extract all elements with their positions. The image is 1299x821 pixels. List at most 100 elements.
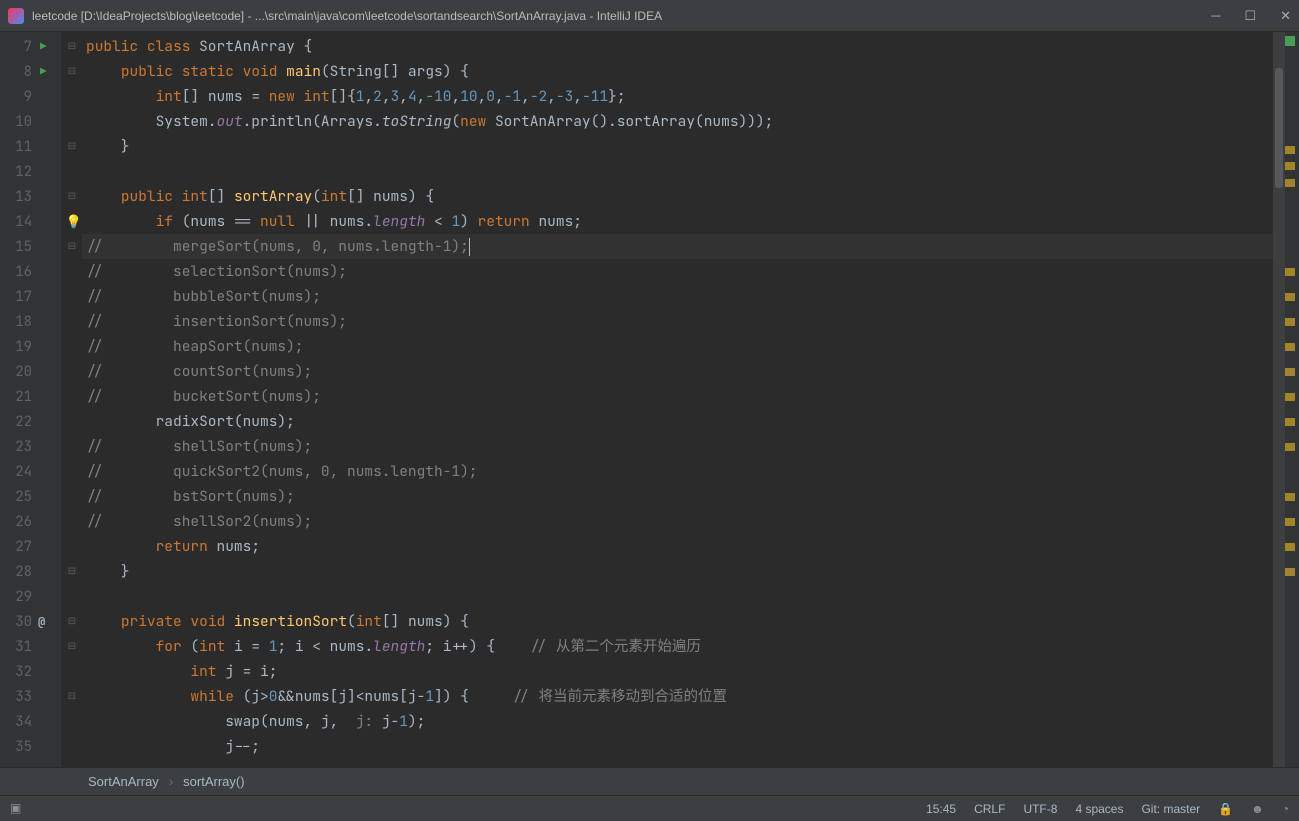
- fold-row[interactable]: [62, 359, 82, 384]
- indent-settings[interactable]: 4 spaces: [1075, 802, 1123, 816]
- gutter-line[interactable]: 32: [0, 659, 61, 684]
- gutter-line[interactable]: 8▶: [0, 59, 61, 84]
- fold-toggle-icon[interactable]: ⊟: [68, 241, 76, 252]
- marker-stripe[interactable]: [1285, 162, 1295, 170]
- gutter-line[interactable]: 15: [0, 234, 61, 259]
- fold-row[interactable]: [62, 434, 82, 459]
- marker-stripe[interactable]: [1285, 568, 1295, 576]
- tool-window-icon[interactable]: ▣: [10, 801, 30, 817]
- code-line[interactable]: // mergeSort(nums, 0, nums.length-1);: [82, 234, 1273, 259]
- fold-toggle-icon[interactable]: ⊟: [68, 566, 76, 577]
- code-line[interactable]: return nums;: [82, 534, 1273, 559]
- fold-toggle-icon[interactable]: ⊟: [68, 66, 76, 77]
- fold-row[interactable]: ⊟: [62, 559, 82, 584]
- fold-row[interactable]: [62, 84, 82, 109]
- run-icon[interactable]: ▶: [40, 65, 47, 79]
- gutter-line[interactable]: 22: [0, 409, 61, 434]
- fold-row[interactable]: [62, 659, 82, 684]
- marker-stripe[interactable]: [1285, 418, 1295, 426]
- marker-stripe[interactable]: [1285, 268, 1295, 276]
- gutter-line[interactable]: 14: [0, 209, 61, 234]
- code-line[interactable]: // selectionSort(nums);: [82, 259, 1273, 284]
- gutter-line[interactable]: 13: [0, 184, 61, 209]
- fold-row[interactable]: [62, 284, 82, 309]
- run-icon[interactable]: ▶: [40, 40, 47, 54]
- fold-column[interactable]: ⊟⊟⊟⊟💡⊟⊟⊟⊟⊟: [62, 32, 82, 767]
- code-line[interactable]: private void insertionSort(int[] nums) {: [82, 609, 1273, 634]
- code-line[interactable]: // bucketSort(nums);: [82, 384, 1273, 409]
- fold-row[interactable]: [62, 334, 82, 359]
- marker-strip[interactable]: [1285, 32, 1299, 767]
- gutter-line[interactable]: 9: [0, 84, 61, 109]
- fold-row[interactable]: [62, 409, 82, 434]
- fold-row[interactable]: ⊟: [62, 234, 82, 259]
- marker-stripe[interactable]: [1285, 146, 1295, 154]
- code-line[interactable]: j--;: [82, 734, 1273, 759]
- code-line[interactable]: swap(nums, j, j: j-1);: [82, 709, 1273, 734]
- marker-stripe[interactable]: [1285, 393, 1295, 401]
- gutter-line[interactable]: 21: [0, 384, 61, 409]
- code-line[interactable]: // countSort(nums);: [82, 359, 1273, 384]
- marker-stripe[interactable]: [1285, 443, 1295, 451]
- fold-row[interactable]: [62, 459, 82, 484]
- code-line[interactable]: // heapSort(nums);: [82, 334, 1273, 359]
- fold-toggle-icon[interactable]: ⊟: [68, 141, 76, 152]
- fold-row[interactable]: [62, 509, 82, 534]
- code-line[interactable]: // shellSor2(nums);: [82, 509, 1273, 534]
- code-line[interactable]: [82, 584, 1273, 609]
- fold-row[interactable]: ⊟: [62, 184, 82, 209]
- code-line[interactable]: System.out.println(Arrays.toString(new S…: [82, 109, 1273, 134]
- breadcrumb-method[interactable]: sortArray(): [183, 774, 244, 789]
- gutter[interactable]: 7▶8▶910111213141516171819202122232425262…: [0, 32, 62, 767]
- code-line[interactable]: // bstSort(nums);: [82, 484, 1273, 509]
- hector-icon[interactable]: ☻: [1251, 802, 1264, 816]
- marker-stripe[interactable]: [1285, 518, 1295, 526]
- code-line[interactable]: }: [82, 559, 1273, 584]
- fold-toggle-icon[interactable]: ⊟: [68, 641, 76, 652]
- gutter-line[interactable]: 34: [0, 709, 61, 734]
- fold-row[interactable]: [62, 734, 82, 759]
- close-button[interactable]: ✕: [1280, 8, 1291, 24]
- vertical-scrollbar[interactable]: [1273, 32, 1285, 767]
- minimize-button[interactable]: ─: [1211, 8, 1220, 24]
- gutter-line[interactable]: 25: [0, 484, 61, 509]
- fold-row[interactable]: ⊟: [62, 609, 82, 634]
- gutter-line[interactable]: 31: [0, 634, 61, 659]
- marker-stripe[interactable]: [1285, 493, 1295, 501]
- fold-row[interactable]: [62, 259, 82, 284]
- gutter-line[interactable]: 26: [0, 509, 61, 534]
- code-line[interactable]: public int[] sortArray(int[] nums) {: [82, 184, 1273, 209]
- marker-stripe[interactable]: [1285, 318, 1295, 326]
- fold-row[interactable]: [62, 109, 82, 134]
- fold-toggle-icon[interactable]: ⊟: [68, 691, 76, 702]
- fold-row[interactable]: [62, 384, 82, 409]
- code-line[interactable]: public class SortAnArray {: [82, 34, 1273, 59]
- file-encoding[interactable]: UTF-8: [1023, 802, 1057, 816]
- gutter-line[interactable]: 29: [0, 584, 61, 609]
- gutter-line[interactable]: 33: [0, 684, 61, 709]
- gutter-line[interactable]: 16: [0, 259, 61, 284]
- fold-row[interactable]: ⊟: [62, 134, 82, 159]
- code-line[interactable]: radixSort(nums);: [82, 409, 1273, 434]
- fold-row[interactable]: 💡: [62, 209, 82, 234]
- line-separator[interactable]: CRLF: [974, 802, 1005, 816]
- code-line[interactable]: int j = i;: [82, 659, 1273, 684]
- code-editor[interactable]: public class SortAnArray { public static…: [82, 32, 1273, 767]
- breadcrumb[interactable]: SortAnArray › sortArray(): [0, 767, 1299, 795]
- fold-row[interactable]: [62, 709, 82, 734]
- gutter-line[interactable]: 12: [0, 159, 61, 184]
- gutter-line[interactable]: 23: [0, 434, 61, 459]
- marker-stripe[interactable]: [1285, 368, 1295, 376]
- gutter-line[interactable]: 30@: [0, 609, 61, 634]
- gutter-line[interactable]: 20: [0, 359, 61, 384]
- gutter-line[interactable]: 18: [0, 309, 61, 334]
- gutter-line[interactable]: 11: [0, 134, 61, 159]
- breadcrumb-class[interactable]: SortAnArray: [88, 774, 159, 789]
- fold-row[interactable]: ⊟: [62, 634, 82, 659]
- lock-icon[interactable]: 🔒: [1218, 802, 1233, 816]
- gutter-line[interactable]: 24: [0, 459, 61, 484]
- fold-row[interactable]: ⊟: [62, 59, 82, 84]
- marker-stripe[interactable]: [1285, 179, 1295, 187]
- override-icon[interactable]: @: [38, 614, 45, 630]
- code-line[interactable]: [82, 159, 1273, 184]
